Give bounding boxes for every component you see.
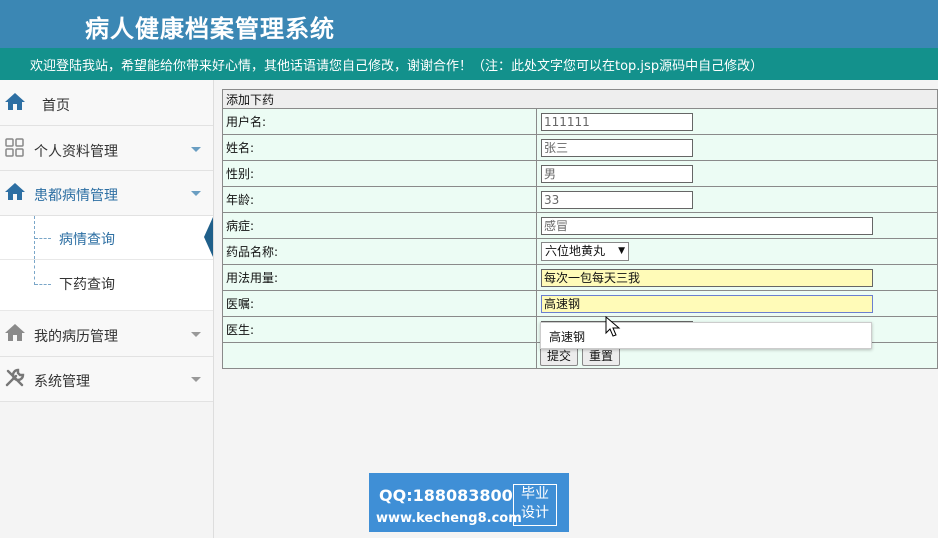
form-row: 用法用量: <box>222 264 938 291</box>
field-label: 医嘱: <box>222 290 537 317</box>
field-label: 药品名称: <box>222 238 537 265</box>
active-pointer <box>204 217 213 257</box>
chevron-down-icon <box>191 147 201 152</box>
field-label: 性别: <box>222 160 537 187</box>
sidebar-subitem-medication-query[interactable]: 下药查询 <box>0 260 213 311</box>
home-icon <box>5 324 25 341</box>
app-title: 病人健康档案管理系统 <box>85 15 335 43</box>
watermark: QQ:188083800 www.kecheng8.com 毕业 设计 <box>369 473 569 532</box>
field-label: 姓名: <box>222 134 537 161</box>
autocomplete-option[interactable]: 高速钢 <box>549 328 585 345</box>
home-icon <box>5 93 25 110</box>
sidebar-item-system[interactable]: 系统管理 <box>0 357 213 402</box>
sidebar-item-medical-records[interactable]: 我的病历管理 <box>0 311 213 357</box>
tree-branch <box>35 238 51 239</box>
gender-field[interactable] <box>541 164 693 183</box>
field-label: 病症: <box>222 212 537 239</box>
empty-cell <box>222 342 537 369</box>
sidebar-subitem-label: 下药查询 <box>59 277 115 293</box>
form-row: 用户名: <box>222 108 938 135</box>
sidebar-item-patient-condition[interactable]: 患都病情管理 <box>0 171 213 216</box>
chevron-down-icon <box>191 191 201 196</box>
chevron-down-icon <box>191 332 201 337</box>
watermark-qq: QQ:188083800 <box>379 486 513 505</box>
sidebar-item-label: 我的病历管理 <box>34 329 118 345</box>
field-label: 用户名: <box>222 108 537 135</box>
sidebar-item-profile[interactable]: 个人资料管理 <box>0 126 213 171</box>
medicine-select[interactable]: 六位地黄丸 ▼ <box>541 242 629 261</box>
sidebar-subitem-label: 病情查询 <box>59 232 115 248</box>
username-field[interactable] <box>541 112 693 131</box>
notice-text: 欢迎登陆我站，希望能给你带来好心情，其他话语请您自己修改，谢谢合作！（注：此处文… <box>30 59 764 74</box>
grid-icon <box>5 138 24 157</box>
name-field[interactable] <box>541 138 693 157</box>
field-label: 用法用量: <box>222 264 537 291</box>
chevron-down-icon <box>191 377 201 382</box>
sidebar-item-label: 系统管理 <box>34 374 90 390</box>
tree-line <box>34 260 35 285</box>
tree-branch <box>35 284 51 285</box>
form-row: 药品名称: 六位地黄丸 ▼ <box>222 238 938 265</box>
dosage-field[interactable] <box>541 268 873 287</box>
dropdown-arrow-icon: ▼ <box>618 246 625 256</box>
form-caption: 添加下药 <box>222 89 938 109</box>
sidebar-item-label: 首页 <box>42 98 70 114</box>
home-icon <box>5 183 25 200</box>
doctor-advice-field[interactable] <box>541 294 873 313</box>
mouse-cursor-icon <box>605 316 621 337</box>
medicine-select-value: 六位地黄丸 <box>545 244 606 258</box>
notice-bar: 欢迎登陆我站，希望能给你带来好心情，其他话语请您自己修改，谢谢合作！（注：此处文… <box>0 48 938 80</box>
age-field[interactable] <box>541 190 693 209</box>
wrench-icon <box>5 368 25 387</box>
watermark-tag-line2: 设计 <box>521 505 549 521</box>
field-label: 年龄: <box>222 186 537 213</box>
watermark-tag: 毕业 设计 <box>513 484 557 526</box>
sidebar: 首页 个人资料管理 患都病情管理 病情查询 下药查询 我的病历管理 系统管理 <box>0 80 214 538</box>
watermark-tag-line1: 毕业 <box>521 486 549 502</box>
autocomplete-dropdown: 高速钢 <box>540 322 872 349</box>
sidebar-item-label: 个人资料管理 <box>34 144 118 160</box>
watermark-url: www.kecheng8.com <box>376 511 522 526</box>
sidebar-item-home[interactable]: 首页 <box>0 80 213 126</box>
field-label: 医生: <box>222 316 537 343</box>
form-row: 性别: <box>222 160 938 187</box>
symptom-field[interactable] <box>541 216 873 235</box>
form-row: 年龄: <box>222 186 938 213</box>
sidebar-subitem-condition-query[interactable]: 病情查询 <box>0 216 213 260</box>
header-bar: 病人健康档案管理系统 <box>0 0 938 48</box>
form-row: 病症: <box>222 212 938 239</box>
form-row: 姓名: <box>222 134 938 161</box>
sidebar-item-label: 患都病情管理 <box>34 188 118 204</box>
form-row: 医嘱: <box>222 290 938 317</box>
